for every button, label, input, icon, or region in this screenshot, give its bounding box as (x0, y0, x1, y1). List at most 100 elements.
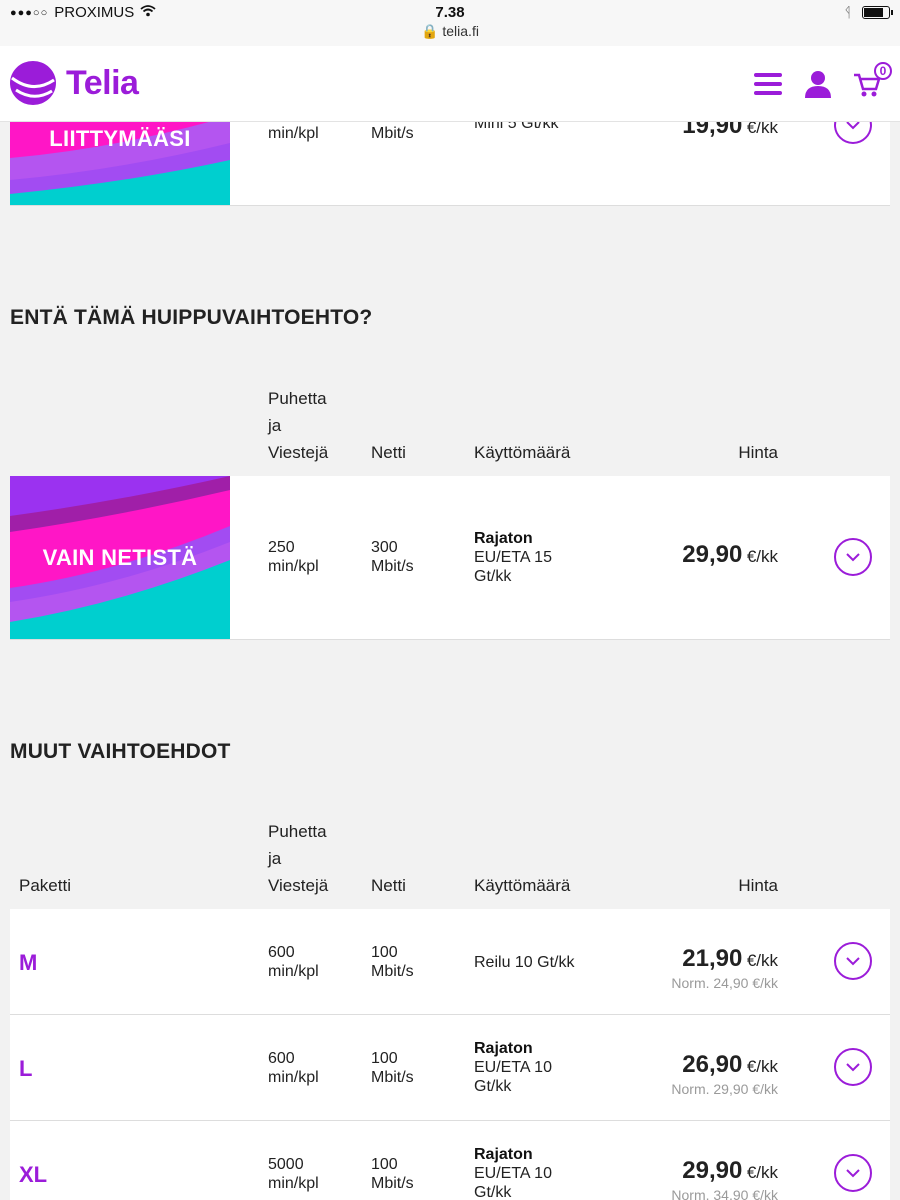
recommended-plan-price: 29,90 €/kk (682, 541, 778, 569)
recommended-plan-usage: Rajaton EU/ETA 15 Gt/kk (474, 529, 552, 586)
normal-price: Norm. 24,90 €/kk (671, 975, 778, 991)
calls-unit: min/kpl (268, 558, 319, 575)
price-unit: €/kk (746, 547, 778, 566)
usage-line: Gt/kk (474, 1078, 512, 1095)
clock: 7.38 (435, 4, 465, 21)
calls-value: 600 (268, 944, 295, 961)
plan-net: 100 Mbit/s (371, 1049, 414, 1087)
calls-value: 5000 (268, 1156, 304, 1173)
recommended-title: ENTÄ TÄMÄ HUIPPUVAIHTOEHTO? (10, 306, 373, 329)
user-icon[interactable] (800, 66, 836, 102)
lock-icon: 🔒 (421, 23, 439, 39)
package-name: XL (19, 1162, 48, 1187)
usage-line: Gt/kk (474, 1184, 512, 1200)
expand-button[interactable] (834, 1154, 872, 1192)
logo-wordmark: Telia (66, 63, 139, 102)
calls-unit: min/kpl (268, 963, 319, 980)
recommended-plan-calls: 250 min/kpl (268, 538, 319, 576)
menu-icon[interactable] (750, 66, 786, 102)
net-unit: Mbit/s (371, 1175, 414, 1192)
col-header-calls-line: Viestejä (268, 443, 329, 462)
plan-price: 21,90 €/kk Norm. 24,90 €/kk (671, 945, 778, 991)
plan-usage: Rajaton EU/ETA 10 Gt/kk (474, 1039, 552, 1096)
col-header-usage: Käyttömäärä (474, 443, 571, 462)
telia-logo[interactable]: Telia (8, 58, 139, 108)
col-header-net: Netti (371, 443, 406, 462)
col-header-calls: Puhetta ja Viestejä (268, 385, 328, 466)
telia-logo-icon (10, 61, 56, 105)
plan-row-m[interactable]: M 600 min/kpl 100 Mbit/s Reilu 10 Gt/kk … (10, 909, 890, 1015)
price-value: 26,90 (682, 1051, 743, 1078)
package-name: M (19, 950, 38, 975)
cart-icon[interactable]: 0 (850, 62, 892, 102)
net-value: 100 (371, 1156, 398, 1173)
plan-price: 29,90 €/kk Norm. 34,90 €/kk (671, 1157, 778, 1200)
col-header-calls-line: ja (268, 849, 282, 868)
calls-unit: min/kpl (268, 1069, 319, 1086)
recommended-plan-card: VAIN NETISTÄ 250 min/kpl 300 Mbit/s Raja… (10, 476, 890, 640)
net-unit: Mbit/s (371, 558, 414, 575)
usage-line: Reilu 10 Gt/kk (474, 954, 575, 971)
col-header-price: Hinta (738, 876, 778, 895)
expand-button[interactable] (834, 942, 872, 980)
col-header-calls-line: ja (268, 416, 282, 435)
recommended-plan-banner: VAIN NETISTÄ (10, 476, 230, 639)
usage-bold: Rajaton (474, 1040, 533, 1057)
price-value: 21,90 (682, 945, 743, 972)
plan-calls: 600 min/kpl (268, 1049, 319, 1087)
calls-value: 250 (268, 539, 295, 556)
site-header: Telia 0 (0, 46, 900, 122)
plan-usage: Rajaton EU/ETA 10 Gt/kk (474, 1145, 552, 1200)
price-unit: €/kk (746, 1057, 778, 1076)
chevron-down-icon (846, 957, 860, 966)
recommended-plan-banner-label: VAIN NETISTÄ (42, 545, 198, 570)
address-text: telia.fi (442, 23, 479, 39)
price-unit: €/kk (746, 951, 778, 970)
chevron-down-icon (846, 553, 860, 562)
plan-row-l[interactable]: L 600 min/kpl 100 Mbit/s Rajaton EU/ETA … (10, 1015, 890, 1121)
usage-line: EU/ETA 10 (474, 1165, 552, 1182)
package-name: L (19, 1056, 33, 1081)
status-bar: ●●●○○ PROXIMUS 7.38 🔒 telia.fi ᛩ (0, 0, 900, 46)
col-header-usage: Käyttömäärä (474, 876, 571, 895)
normal-price: Norm. 34,90 €/kk (671, 1187, 778, 1200)
current-plan-calls: min/kpl (268, 125, 319, 142)
net-value: 100 (371, 944, 398, 961)
net-unit: Mbit/s (371, 1069, 414, 1086)
chevron-down-icon (846, 1169, 860, 1178)
plan-row-xl[interactable]: XL 5000 min/kpl 100 Mbit/s Rajaton EU/ET… (10, 1121, 890, 1200)
usage-bold: Rajaton (474, 530, 533, 547)
other-options-title: MUUT VAIHTOEHDOT (10, 740, 231, 763)
plan-usage: Reilu 10 Gt/kk (474, 953, 574, 972)
plan-net: 100 Mbit/s (371, 1155, 414, 1193)
usage-bold: Rajaton (474, 1146, 533, 1163)
col-header-calls-line: Puhetta (268, 389, 327, 408)
usage-line: EU/ETA 15 (474, 549, 552, 566)
battery-icon (862, 5, 893, 19)
col-header-calls-line: Puhetta (268, 822, 327, 841)
net-unit: Mbit/s (371, 963, 414, 980)
col-header-price: Hinta (738, 443, 778, 462)
calls-value: 600 (268, 1050, 295, 1067)
address-bar[interactable]: 🔒 telia.fi (0, 23, 900, 40)
col-header-calls-line: Viestejä (268, 876, 329, 895)
plan-net: 100 Mbit/s (371, 943, 414, 981)
usage-line: Gt/kk (474, 568, 512, 585)
bluetooth-icon: ᛩ (843, 4, 852, 20)
calls-unit: min/kpl (268, 1175, 319, 1192)
current-plan-net: Mbit/s (371, 125, 414, 142)
current-plan-banner: LIITTYMÄÄSI (10, 108, 230, 205)
plan-calls: 600 min/kpl (268, 943, 319, 981)
price-value: 29,90 (682, 1157, 743, 1184)
normal-price: Norm. 29,90 €/kk (671, 1081, 778, 1097)
plan-calls: 5000 min/kpl (268, 1155, 319, 1193)
col-header-package: Paketti (19, 876, 71, 895)
net-value: 100 (371, 1050, 398, 1067)
net-value: 300 (371, 539, 398, 556)
col-header-calls: Puhetta ja Viestejä (268, 818, 328, 899)
cart-count-badge: 0 (874, 62, 892, 80)
expand-button[interactable] (834, 1048, 872, 1086)
expand-button[interactable] (834, 538, 872, 576)
current-plan-banner-label: LIITTYMÄÄSI (49, 126, 191, 151)
chevron-down-icon (846, 1063, 860, 1072)
